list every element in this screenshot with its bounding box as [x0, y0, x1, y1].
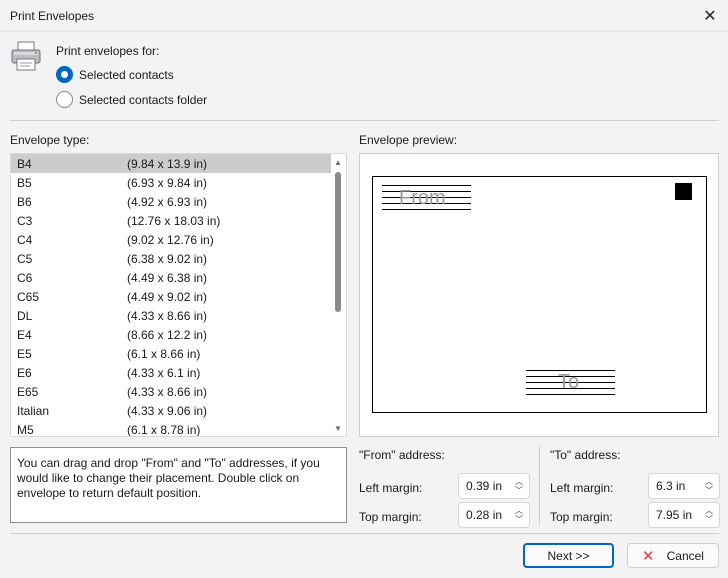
list-item[interactable]: B5 (6.93 x 9.84 in) — [11, 173, 331, 192]
list-item[interactable]: M5 (6.1 x 8.78 in) — [11, 420, 331, 437]
spinner-arrows-icon[interactable]: ︿ ﹀ — [703, 477, 715, 495]
to-left-margin-spinner[interactable]: 6.3 in ︿ ﹀ — [648, 473, 720, 499]
separator — [10, 120, 719, 121]
next-button[interactable]: Next >> — [523, 543, 614, 568]
envelope-preview[interactable]: From To — [372, 176, 707, 413]
printer-icon — [11, 41, 41, 71]
separator — [10, 533, 719, 534]
list-item[interactable]: E4 (8.66 x 12.2 in) — [11, 325, 331, 344]
envelope-type-label: Envelope type: — [10, 133, 90, 147]
radio-label: Selected contacts folder — [79, 92, 208, 107]
list-item[interactable]: B6 (4.92 x 6.93 in) — [11, 192, 331, 211]
radio-button-checked[interactable] — [56, 66, 73, 83]
list-item[interactable]: C5 (6.38 x 9.02 in) — [11, 249, 331, 268]
list-item[interactable]: B4 (9.84 x 13.9 in) — [11, 154, 331, 173]
from-address-block[interactable]: From — [382, 183, 471, 210]
list-item[interactable]: DL (4.33 x 8.66 in) — [11, 306, 331, 325]
envelope-preview-label: Envelope preview: — [359, 133, 458, 147]
list-item[interactable]: E5 (6.1 x 8.66 in) — [11, 344, 331, 363]
from-label: From — [399, 187, 446, 209]
close-icon[interactable]: ✕ — [692, 0, 728, 32]
radio-label: Selected contacts — [79, 67, 174, 82]
cancel-button[interactable]: ✕ Cancel — [627, 543, 719, 568]
vertical-separator — [539, 445, 540, 525]
from-top-margin-label: Top margin: — [359, 510, 422, 524]
to-top-margin-label: Top margin: — [550, 510, 613, 524]
to-label: To — [558, 371, 580, 393]
to-address-block[interactable]: To — [526, 368, 615, 395]
spinner-arrows-icon[interactable]: ︿ ﹀ — [513, 477, 525, 495]
window-title: Print Envelopes — [10, 9, 95, 23]
list-item[interactable]: C65 (4.49 x 9.02 in) — [11, 287, 331, 306]
from-address-heading: "From" address: — [359, 448, 445, 462]
to-address-heading: "To" address: — [550, 448, 621, 462]
radio-button[interactable] — [56, 91, 73, 108]
scroll-up-icon[interactable]: ▲ — [330, 154, 346, 170]
scroll-down-icon[interactable]: ▼ — [330, 420, 346, 436]
scroll-thumb[interactable] — [335, 172, 341, 312]
print-for-label: Print envelopes for: — [56, 44, 160, 58]
list-item[interactable]: C6 (4.49 x 6.38 in) — [11, 268, 331, 287]
list-item[interactable]: Italian (4.33 x 9.06 in) — [11, 401, 331, 420]
cancel-x-icon: ✕ — [642, 547, 655, 565]
to-left-margin-label: Left margin: — [550, 481, 614, 495]
list-item[interactable]: C4 (9.02 x 12.76 in) — [11, 230, 331, 249]
list-item[interactable]: E65 (4.33 x 8.66 in) — [11, 382, 331, 401]
envelope-preview-panel: From To — [359, 153, 719, 437]
vertical-scrollbar[interactable]: ▲ ▼ — [330, 154, 346, 436]
radio-selected-contacts-folder[interactable]: Selected contacts folder — [56, 91, 207, 108]
from-left-margin-spinner[interactable]: 0.39 in ︿ ﹀ — [458, 473, 530, 499]
list-item[interactable]: C3 (12.76 x 18.03 in) — [11, 211, 331, 230]
stamp-icon — [675, 183, 692, 200]
to-top-margin-spinner[interactable]: 7.95 in ︿ ﹀ — [648, 502, 720, 528]
info-text-box: You can drag and drop "From" and "To" ad… — [10, 447, 347, 523]
list-item[interactable]: E6 (4.33 x 6.1 in) — [11, 363, 331, 382]
spinner-arrows-icon[interactable]: ︿ ﹀ — [703, 506, 715, 524]
title-bar: Print Envelopes ✕ — [0, 0, 728, 32]
from-top-margin-spinner[interactable]: 0.28 in ︿ ﹀ — [458, 502, 530, 528]
envelope-type-list[interactable]: B4 (9.84 x 13.9 in) B5 (6.93 x 9.84 in) B6… — [10, 153, 347, 437]
radio-selected-contacts[interactable]: Selected contacts — [56, 66, 174, 83]
from-left-margin-label: Left margin: — [359, 481, 423, 495]
spinner-arrows-icon[interactable]: ︿ ﹀ — [513, 506, 525, 524]
